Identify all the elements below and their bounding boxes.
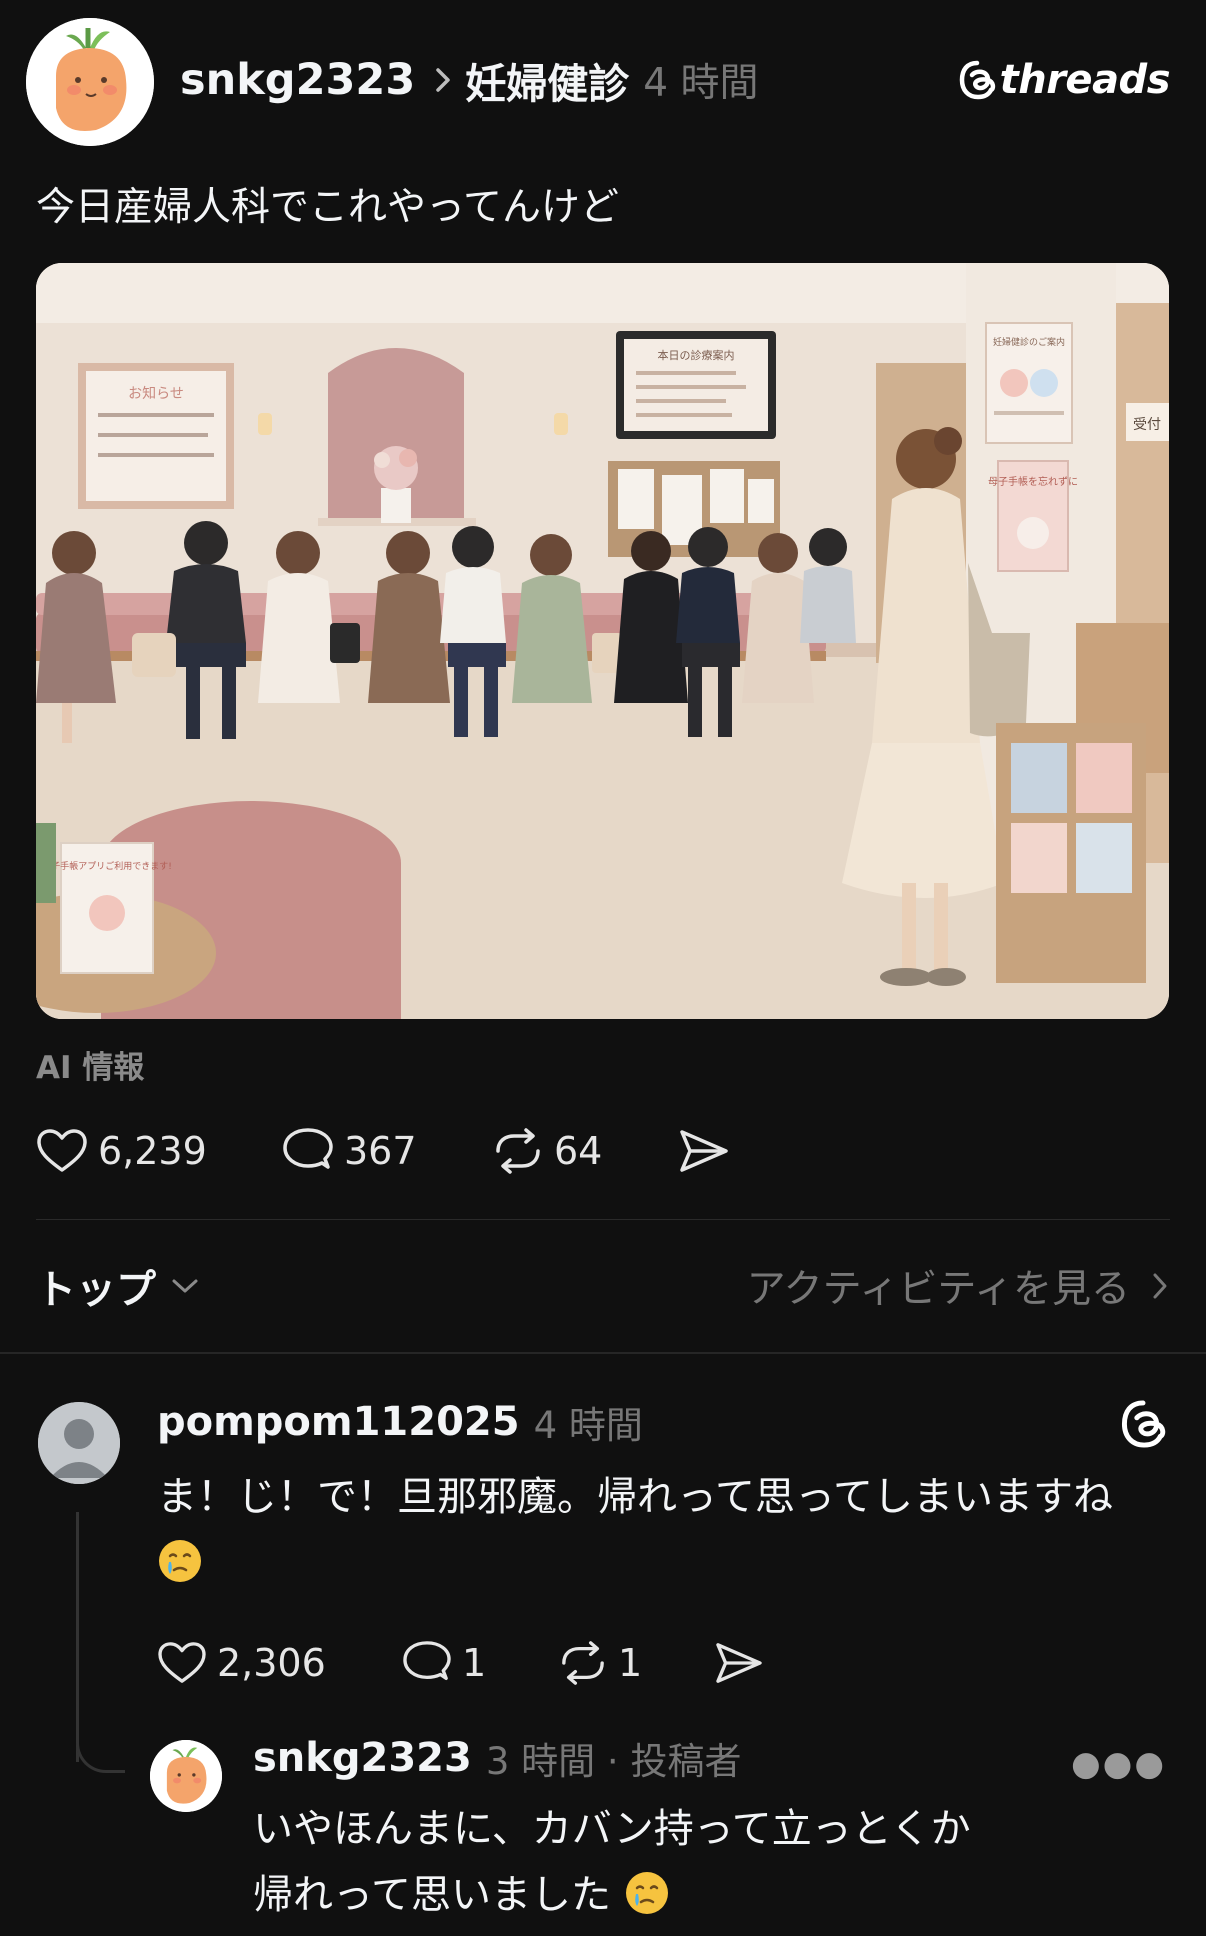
default-user-icon	[38, 1402, 120, 1484]
reply-header: snkg2323 3 時間 · 投稿者	[253, 1730, 741, 1786]
carrot-avatar-icon	[26, 18, 154, 146]
sort-label: トップ	[36, 1267, 156, 1313]
chevron-down-icon	[172, 1279, 198, 1293]
comment-header: pompom112025 4 時間	[157, 1394, 643, 1450]
author-avatar[interactable]	[26, 18, 154, 146]
comment-time: 4 時間	[533, 1404, 643, 1447]
comment-like-count: 2,306	[217, 1641, 326, 1685]
reply-line-1: いやほんまに、カバン持って立っとくか	[253, 1806, 971, 1852]
comment-username[interactable]: pompom112025	[157, 1399, 520, 1445]
reply-line-2: 帰れって思いました	[253, 1872, 611, 1918]
ai-info-label[interactable]: AI 情報	[36, 1042, 144, 1087]
chevron-right-icon	[1153, 1273, 1167, 1299]
share-button[interactable]	[678, 1128, 730, 1174]
comment-reply-button[interactable]: 1	[402, 1640, 486, 1686]
post-topic[interactable]: 妊婦健診	[465, 50, 629, 110]
waiting-room-illustration: お知らせ 本日の診療案内 妊婦健診のご案内 母子手帳を忘れずに 受付 母子手帳ア…	[36, 263, 1169, 1019]
app-sign: 母子手帳アプリご利用できます!	[42, 860, 172, 872]
like-count: 6,239	[98, 1129, 207, 1173]
comment-reply-count: 1	[462, 1641, 487, 1685]
post-username[interactable]: snkg2323	[180, 55, 415, 105]
chevron-right-icon	[435, 67, 451, 93]
threads-logo: threads	[958, 52, 1171, 108]
comment-bubble-icon	[403, 1641, 451, 1681]
post-image[interactable]: お知らせ 本日の診療案内 妊婦健診のご案内 母子手帳を忘れずに 受付 母子手帳ア…	[36, 263, 1169, 1019]
post-text: 今日産婦人科でこれやってんけど	[36, 185, 620, 230]
comment-like-button[interactable]: 2,306	[157, 1640, 326, 1686]
sort-dropdown[interactable]: トップ	[36, 1260, 200, 1313]
repost-icon	[562, 1641, 604, 1685]
comment-bubble-icon	[283, 1128, 333, 1169]
more-options-icon[interactable]: ●●●	[1071, 1744, 1166, 1784]
reply-author-avatar[interactable]	[150, 1740, 222, 1812]
post-time: 4 時間	[643, 61, 759, 106]
repost-icon	[496, 1128, 540, 1174]
notice-title: お知らせ	[128, 385, 184, 402]
comment-repost-button[interactable]: 1	[558, 1640, 642, 1686]
reply-username[interactable]: snkg2323	[253, 1735, 472, 1781]
crying-face-icon	[624, 1870, 670, 1916]
threads-at-icon	[959, 60, 995, 100]
repost-count: 64	[554, 1129, 603, 1173]
poster-title: 妊婦健診のご案内	[993, 336, 1065, 348]
heart-icon	[37, 1129, 87, 1172]
activity-label: アクティビティを見る	[746, 1267, 1130, 1312]
like-button[interactable]: 6,239	[36, 1128, 207, 1174]
comment-count: 367	[344, 1129, 417, 1173]
comment-button[interactable]: 367	[282, 1128, 417, 1174]
comment-repost-count: 1	[618, 1641, 643, 1685]
threads-at-icon	[1121, 1400, 1166, 1448]
comment-text: ま！じ！で！旦那邪魔。帰れって思ってしまいますね	[157, 1464, 1167, 1596]
reply-line-2-wrap: 帰れって思いました	[253, 1862, 1153, 1928]
crying-face-icon	[157, 1538, 203, 1584]
reception-sign: 受付	[1133, 417, 1161, 433]
view-activity-link[interactable]: アクティビティを見る	[747, 1260, 1170, 1312]
notebook-sign: 母子手帳を忘れずに	[988, 475, 1078, 488]
threads-wordmark: threads	[999, 57, 1171, 103]
section-divider	[0, 1352, 1206, 1354]
send-icon	[680, 1130, 728, 1172]
post-header: snkg2323 妊婦健診 4 時間	[180, 50, 758, 110]
comment-share-button[interactable]	[714, 1640, 764, 1686]
heart-icon	[158, 1642, 206, 1683]
commenter-avatar[interactable]	[38, 1402, 120, 1484]
screen-title: 本日の診療案内	[658, 348, 735, 362]
comment-body: ま！じ！で！旦那邪魔。帰れって思ってしまいますね	[157, 1474, 1113, 1520]
reply-meta: 3 時間 · 投稿者	[485, 1740, 742, 1783]
threads-app-icon[interactable]	[1118, 1398, 1168, 1454]
carrot-avatar-icon	[150, 1740, 222, 1812]
reply-text: いやほんまに、カバン持って立っとくか 帰れって思いました	[253, 1796, 1153, 1928]
repost-button[interactable]: 64	[492, 1128, 602, 1174]
divider	[36, 1219, 1170, 1220]
send-icon	[716, 1643, 762, 1683]
thread-connector-curve	[76, 1700, 125, 1773]
